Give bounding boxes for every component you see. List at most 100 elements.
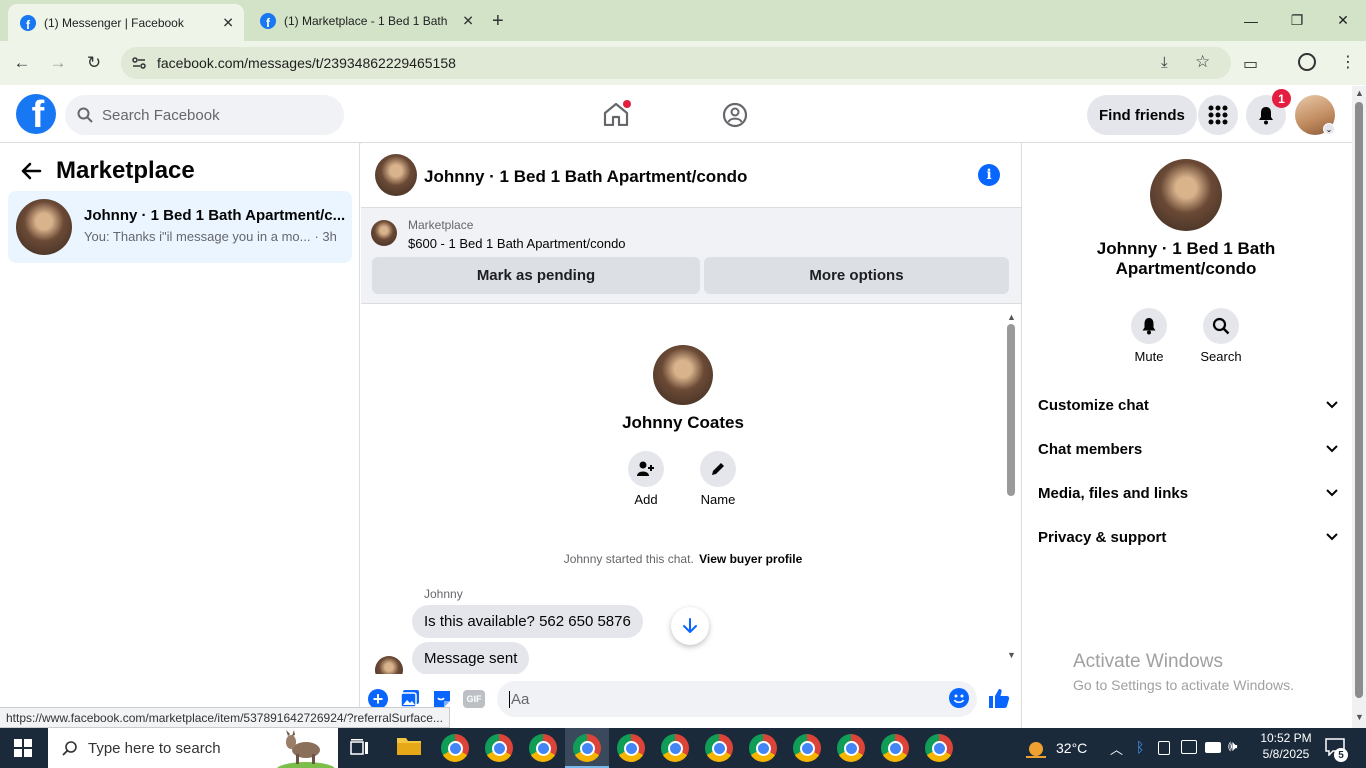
clock[interactable]: 10:52 PM 5/8/2025: [1256, 731, 1316, 761]
add-person-icon[interactable]: [628, 451, 664, 487]
chrome-menu-icon[interactable]: ⋮: [1340, 52, 1356, 72]
chrome-taskbar-icon[interactable]: [617, 734, 645, 762]
message-area: Johnny Coates Add Name Johnny started th…: [361, 304, 1021, 674]
clock-date: 5/8/2025: [1262, 747, 1310, 761]
scroll-up-icon[interactable]: ▲: [1007, 312, 1016, 322]
task-view-icon[interactable]: [350, 739, 370, 757]
message-input[interactable]: Aa: [497, 681, 977, 717]
profile-icon[interactable]: [1298, 53, 1316, 71]
privacy-support-section[interactable]: Privacy & support: [1038, 515, 1338, 559]
scrollbar-thumb[interactable]: [1007, 324, 1015, 496]
tab-marketplace[interactable]: f (1) Marketplace - 1 Bed 1 Bath Apartme…: [248, 0, 484, 41]
chrome-taskbar-icon[interactable]: [749, 734, 777, 762]
weather-icon[interactable]: [1024, 737, 1048, 759]
scroll-down-icon[interactable]: ▼: [1007, 650, 1016, 660]
arrow-down-icon: [683, 618, 697, 633]
chrome-taskbar-icon[interactable]: [661, 734, 689, 762]
details-avatar[interactable]: [1150, 159, 1222, 231]
bluetooth-icon[interactable]: ᛒ: [1136, 739, 1144, 755]
conversation-title: Johnny · 1 Bed 1 Bath Apartment/c...: [84, 207, 346, 224]
facebook-favicon-icon: f: [260, 12, 276, 29]
donkey-illustration-icon: [276, 730, 334, 768]
more-options-button[interactable]: More options: [704, 257, 1009, 294]
chrome-taskbar-icon[interactable]: [485, 734, 513, 762]
message-bubble[interactable]: Is this available? 562 650 5876: [412, 605, 643, 638]
find-friends-button[interactable]: Find friends: [1087, 95, 1197, 135]
view-buyer-profile-link[interactable]: View buyer profile: [699, 552, 802, 566]
windows-start-icon[interactable]: [14, 739, 32, 757]
mark-as-pending-button[interactable]: Mark as pending: [372, 257, 700, 294]
chat-title[interactable]: Johnny · 1 Bed 1 Bath Apartment/condo: [424, 167, 747, 187]
install-app-icon[interactable]: ⤓: [1161, 54, 1168, 71]
facebook-search-input[interactable]: Search Facebook: [65, 95, 344, 135]
chrome-taskbar-icon[interactable]: [881, 734, 909, 762]
sticker-icon[interactable]: [432, 689, 452, 709]
meet-now-icon[interactable]: [1158, 741, 1170, 755]
chrome-taskbar-icon[interactable]: [705, 734, 733, 762]
bookmark-star-icon[interactable]: ☆: [1195, 52, 1210, 72]
message-bubble[interactable]: Message sent: [412, 642, 530, 674]
account-chevron-icon[interactable]: ⌄: [1323, 123, 1335, 135]
search-placeholder: Search Facebook: [102, 106, 220, 124]
minimize-icon[interactable]: —: [1228, 0, 1274, 41]
taskbar-search-box[interactable]: Type here to search: [48, 728, 338, 768]
listing-bar: Marketplace $600 - 1 Bed 1 Bath Apartmen…: [361, 208, 1021, 304]
sender-avatar: [375, 656, 403, 674]
omnibox[interactable]: facebook.com/messages/t/2393486222946515…: [121, 47, 1231, 79]
battery-icon[interactable]: [1205, 742, 1221, 753]
close-window-icon[interactable]: ✕: [1320, 0, 1366, 41]
photo-icon[interactable]: [400, 689, 420, 709]
chrome-taskbar-icon[interactable]: [837, 734, 865, 762]
tray-chevron-icon[interactable]: ︿: [1110, 739, 1123, 758]
back-arrow-icon[interactable]: [20, 161, 42, 181]
tab-messenger[interactable]: f (1) Messenger | Facebook ✕: [8, 4, 244, 41]
page-scroll-down-icon[interactable]: ▼: [1355, 712, 1364, 722]
chrome-taskbar-icon[interactable]: [925, 734, 953, 762]
customize-chat-section[interactable]: Customize chat: [1038, 383, 1338, 427]
listing-title[interactable]: $600 - 1 Bed 1 Bath Apartment/condo: [408, 236, 626, 251]
restore-icon[interactable]: ❐: [1274, 0, 1320, 41]
forward-icon[interactable]: →: [48, 53, 68, 73]
chat-avatar[interactable]: [375, 154, 417, 196]
edit-name-icon[interactable]: [700, 451, 736, 487]
groups-icon[interactable]: [722, 102, 748, 128]
back-icon[interactable]: ←: [12, 53, 32, 73]
close-tab-icon[interactable]: ✕: [462, 12, 474, 29]
media-files-links-section[interactable]: Media, files and links: [1038, 471, 1338, 515]
chrome-taskbar-icon-active[interactable]: [573, 734, 601, 762]
page-scroll-up-icon[interactable]: ▲: [1355, 88, 1364, 98]
reload-icon[interactable]: ↻: [84, 53, 104, 73]
menu-grid-icon[interactable]: [1198, 95, 1238, 135]
volume-icon[interactable]: 🕪: [1228, 738, 1237, 755]
display-icon[interactable]: [1181, 740, 1197, 754]
listing-thumbnail[interactable]: [371, 220, 397, 246]
chrome-taskbar-icon[interactable]: [793, 734, 821, 762]
watermark-title: Activate Windows: [1073, 651, 1223, 672]
info-icon[interactable]: i: [978, 164, 1000, 186]
plus-icon[interactable]: +: [368, 689, 388, 709]
chat-scrollbar[interactable]: ▲ ▼: [1006, 312, 1016, 660]
scroll-down-button[interactable]: [671, 607, 709, 645]
mute-bell-icon[interactable]: [1131, 308, 1167, 344]
chrome-taskbar-icon[interactable]: [529, 734, 557, 762]
thumbs-up-icon[interactable]: [988, 687, 1010, 709]
page-scrollbar[interactable]: ▲ ▼: [1352, 86, 1366, 728]
file-explorer-icon[interactable]: [396, 734, 424, 762]
emoji-icon[interactable]: [949, 688, 969, 708]
facebook-logo-icon[interactable]: f: [16, 94, 56, 134]
conversation-item[interactable]: Johnny · 1 Bed 1 Bath Apartment/c... You…: [8, 191, 352, 263]
page-scrollbar-thumb[interactable]: [1355, 102, 1363, 698]
new-tab-icon[interactable]: +: [492, 10, 504, 33]
section-label: Privacy & support: [1038, 528, 1167, 546]
profile-avatar[interactable]: [653, 345, 713, 405]
home-icon[interactable]: [603, 100, 631, 126]
chat-members-section[interactable]: Chat members: [1038, 427, 1338, 471]
tab-search-icon[interactable]: ▭: [1243, 54, 1258, 74]
close-tab-icon[interactable]: ✕: [222, 14, 234, 31]
weather-temp[interactable]: 32°C: [1056, 740, 1087, 756]
gif-icon[interactable]: GIF: [463, 690, 485, 708]
chevron-down-icon: [1326, 489, 1338, 497]
site-info-icon[interactable]: [131, 55, 147, 71]
chrome-taskbar-icon[interactable]: [441, 734, 469, 762]
search-in-chat-icon[interactable]: [1203, 308, 1239, 344]
